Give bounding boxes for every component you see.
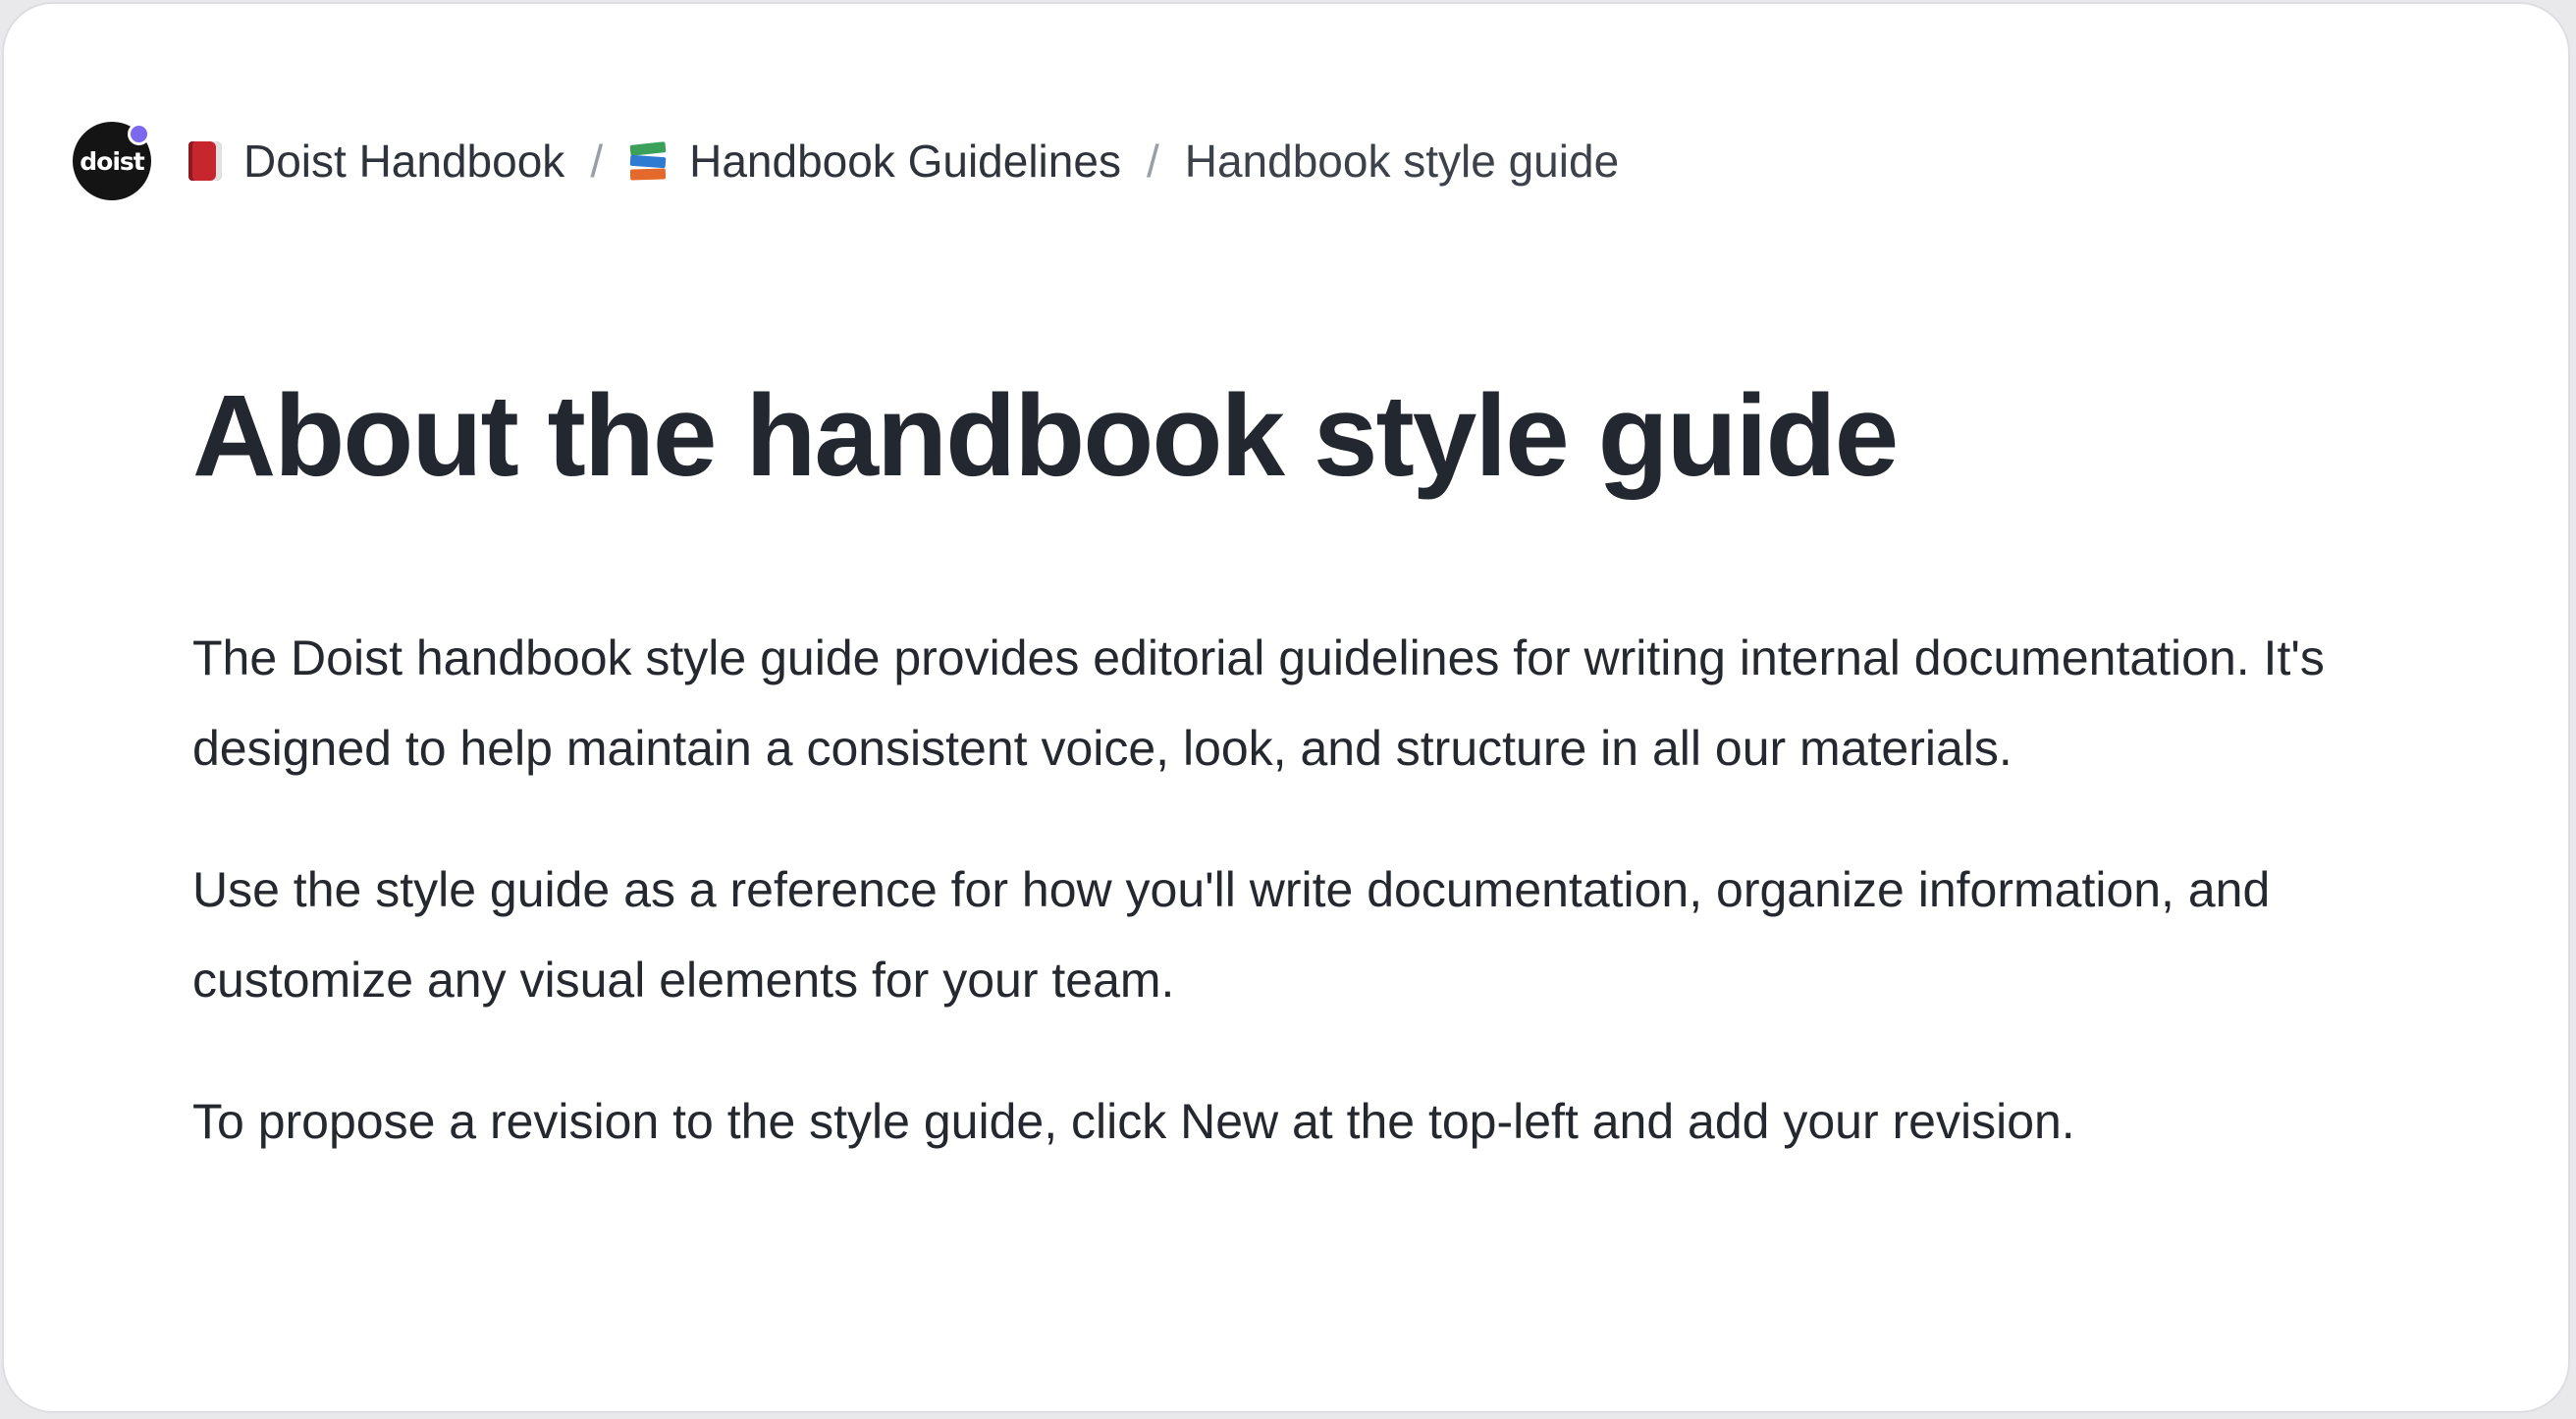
red-book-icon (188, 141, 222, 181)
breadcrumb-item-doist-handbook[interactable]: Doist Handbook (188, 135, 564, 188)
breadcrumb-item-handbook-guidelines[interactable]: Handbook Guidelines (628, 135, 1121, 188)
doist-logo[interactable]: doist (73, 122, 151, 200)
paragraph-usage: Use the style guide as a reference for h… (192, 862, 2271, 1008)
page-content: The Doist handbook style guide provides … (192, 613, 2450, 1218)
breadcrumb-item-label: Doist Handbook (243, 136, 565, 187)
breadcrumb: doist Doist Handbook / Handbook Guidelin… (73, 120, 1619, 202)
doist-logo-text: doist (80, 146, 144, 176)
breadcrumb-separator: / (590, 136, 604, 187)
books-icon (628, 141, 668, 181)
page-title: About the handbook style guide (192, 371, 1899, 501)
paragraph-revision: To propose a revision to the style guide… (192, 1094, 2075, 1149)
page-card: doist Doist Handbook / Handbook Guidelin… (2, 2, 2570, 1413)
breadcrumb-current-page: Handbook style guide (1184, 136, 1620, 187)
notification-dot-icon (128, 123, 150, 145)
breadcrumb-item-label: Handbook Guidelines (689, 136, 1121, 187)
breadcrumb-separator: / (1146, 136, 1159, 187)
paragraph-intro: The Doist handbook style guide provides … (192, 630, 2325, 776)
